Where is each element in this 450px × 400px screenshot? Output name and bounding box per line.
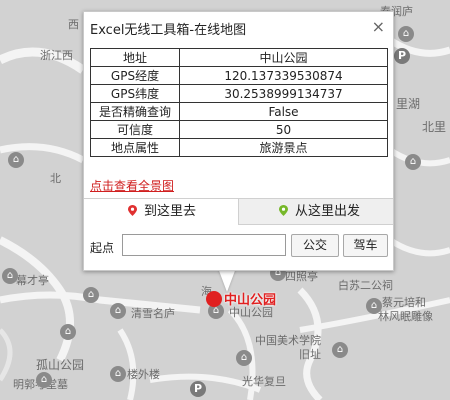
table-value: False — [179, 102, 388, 121]
poi-icon[interactable]: ⌂ — [405, 154, 421, 170]
map-label: 西 — [68, 18, 79, 31]
table-key: 可信度 — [90, 120, 180, 139]
table-value: 30.2538999134737 — [179, 84, 388, 103]
poi-icon[interactable]: ⌂ — [8, 152, 24, 168]
map-label: 清雪名庐 — [131, 307, 175, 320]
poi-icon[interactable]: ⌂ — [366, 298, 382, 314]
parking-icon[interactable]: P — [190, 381, 206, 397]
info-window: Excel无线工具箱-在线地图 × 地址 中山公园 GPS经度 120.137339… — [83, 11, 394, 271]
tab-route-to-here[interactable]: 到这里去 — [84, 199, 238, 225]
panorama-link[interactable]: 点击查看全景图 — [90, 177, 174, 194]
parking-icon[interactable]: P — [394, 48, 410, 64]
map-label: 白苏二公祠 — [338, 279, 393, 292]
bus-route-button[interactable]: 公交 — [291, 234, 339, 257]
location-info-table: 地址 中山公园 GPS经度 120.137339530874 GPS纬度 30.253… — [90, 48, 388, 157]
drive-route-button[interactable]: 驾车 — [343, 234, 388, 257]
poi-icon[interactable]: ⌂ — [110, 303, 126, 319]
map-label: 北 — [50, 172, 61, 185]
poi-icon[interactable]: ⌂ — [2, 268, 18, 284]
table-row: GPS纬度 30.2538999134737 — [90, 84, 388, 103]
table-row: 可信度 50 — [90, 120, 388, 139]
route-tabs: 到这里去 从这里出发 — [84, 198, 393, 225]
table-value: 50 — [179, 120, 388, 139]
poi-icon[interactable]: ⌂ — [236, 350, 252, 366]
green-pin-icon — [279, 205, 288, 216]
table-value: 旅游景点 — [179, 138, 388, 157]
close-icon[interactable]: × — [372, 17, 385, 36]
map-label: 北里 — [422, 120, 447, 134]
origin-input[interactable] — [122, 234, 286, 256]
table-key: GPS经度 — [90, 66, 180, 85]
location-marker-icon[interactable] — [206, 291, 222, 307]
poi-icon[interactable]: ⌂ — [83, 287, 99, 303]
table-key: 是否精确查询 — [90, 102, 180, 121]
map-label: 孤山公园 — [36, 358, 85, 372]
map-label: 幕才亭 — [16, 274, 49, 287]
tab-route-from-here[interactable]: 从这里出发 — [238, 199, 393, 225]
table-value: 中山公园 — [179, 48, 388, 67]
info-window-title: Excel无线工具箱-在线地图 — [90, 23, 247, 38]
table-key: 地点属性 — [90, 138, 180, 157]
table-row: 是否精确查询 False — [90, 102, 388, 121]
table-row: 地址 中山公园 — [90, 48, 388, 67]
map-label: 里湖 — [396, 97, 421, 111]
map-label: 旧址 — [299, 348, 321, 361]
popup-pointer — [218, 268, 236, 292]
map-label: 光华复旦 — [242, 375, 286, 388]
tab-label: 到这里去 — [144, 204, 197, 219]
poi-icon[interactable]: ⌂ — [110, 366, 126, 382]
table-row: 地点属性 旅游景点 — [90, 138, 388, 157]
map-label: 楼外楼 — [127, 368, 160, 381]
origin-label: 起点 — [90, 241, 115, 255]
table-key: GPS纬度 — [90, 84, 180, 103]
poi-icon[interactable]: ⌂ — [398, 26, 414, 42]
map-label: 浙江西 — [40, 49, 73, 62]
table-key: 地址 — [90, 48, 180, 67]
poi-icon[interactable]: ⌂ — [36, 372, 52, 388]
poi-icon[interactable]: ⌂ — [332, 342, 348, 358]
tab-label: 从这里出发 — [295, 204, 361, 219]
table-value: 120.137339530874 — [179, 66, 388, 85]
map-label: 林风眠雕像 — [378, 310, 433, 323]
table-row: GPS经度 120.137339530874 — [90, 66, 388, 85]
red-pin-icon — [128, 205, 137, 216]
poi-icon[interactable]: ⌂ — [60, 324, 76, 340]
